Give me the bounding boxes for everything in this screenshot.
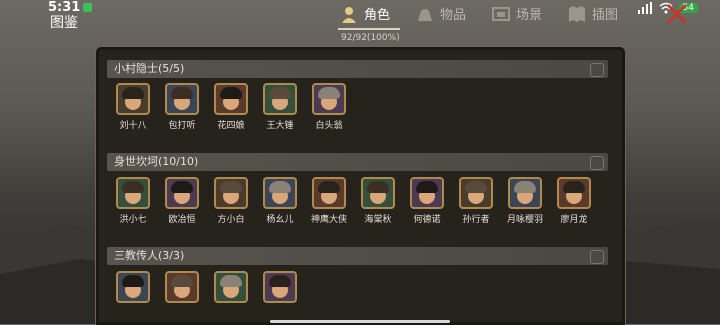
character-portrait — [557, 177, 591, 209]
home-indicator[interactable] — [270, 320, 450, 323]
character-card[interactable]: 孙行者 — [459, 177, 493, 225]
tab-items[interactable]: 物品 — [416, 4, 466, 23]
page-title: 图鉴 — [50, 15, 78, 31]
tab-characters[interactable]: 角色 — [340, 4, 390, 23]
tab-bar: 角色 物品 场景 插图 — [340, 4, 618, 23]
character-card[interactable]: 海棠秋 — [361, 177, 395, 225]
character-name: 洪小七 — [119, 215, 147, 225]
character-portrait — [214, 271, 248, 303]
character-card[interactable]: 花四娘 — [214, 83, 248, 131]
character-portrait — [508, 177, 542, 209]
character-portrait — [312, 177, 346, 209]
character-card[interactable] — [116, 271, 150, 306]
signal-icon — [637, 2, 652, 14]
character-name: 海棠秋 — [364, 215, 392, 225]
ornament-icon — [590, 63, 604, 77]
character-grid: 洪小七 欧冶恒 方小白 杨幺儿 神鹰大侠 海棠秋 何德诺 孙行者 月咏樱羽 廖月龙 — [116, 177, 591, 225]
notification-icon — [83, 3, 93, 12]
character-grid — [116, 271, 297, 306]
character-name: 孙行者 — [462, 215, 490, 225]
tab-label: 物品 — [440, 8, 467, 23]
section-header: 三教传人(3/3) — [107, 247, 608, 265]
character-portrait — [263, 271, 297, 303]
character-portrait — [116, 271, 150, 303]
character-card[interactable]: 方小白 — [214, 177, 248, 225]
character-portrait — [214, 83, 248, 115]
character-portrait — [312, 83, 346, 115]
character-card[interactable]: 月咏樱羽 — [507, 177, 544, 225]
character-portrait — [116, 83, 150, 115]
section-title: 三教传人(3/3) — [114, 249, 185, 262]
section-header: 小村隐士(5/5) — [107, 60, 608, 78]
character-name: 欧冶恒 — [168, 215, 196, 225]
character-card[interactable]: 刘十八 — [116, 83, 150, 131]
character-name: 白头翁 — [315, 121, 343, 131]
character-card[interactable] — [165, 271, 199, 306]
character-name: 神鹰大侠 — [311, 215, 348, 225]
section-title: 身世坎坷(10/10) — [114, 155, 199, 168]
character-card[interactable] — [214, 271, 248, 306]
character-portrait — [263, 83, 297, 115]
character-card[interactable]: 包打听 — [165, 83, 199, 131]
character-name: 王大锤 — [266, 121, 294, 131]
tab-label: 插图 — [592, 8, 619, 23]
character-card[interactable]: 白头翁 — [312, 83, 346, 131]
bag-icon — [418, 8, 433, 21]
scene-icon — [492, 6, 511, 21]
character-name: 刘十八 — [119, 121, 147, 131]
close-icon[interactable] — [664, 2, 690, 26]
character-name: 廖月龙 — [560, 215, 588, 225]
ornament-icon — [590, 250, 604, 264]
tab-label: 角色 — [364, 8, 391, 23]
character-card[interactable] — [263, 271, 297, 306]
character-card[interactable]: 欧冶恒 — [165, 177, 199, 225]
character-portrait — [116, 177, 150, 209]
tab-scenes[interactable]: 场景 — [492, 4, 542, 23]
ornament-icon — [590, 156, 604, 170]
character-card[interactable]: 洪小七 — [116, 177, 150, 225]
tab-illustrations[interactable]: 插图 — [568, 4, 618, 23]
character-card[interactable]: 廖月龙 — [557, 177, 591, 225]
section-header: 身世坎坷(10/10) — [107, 153, 608, 171]
character-card[interactable]: 杨幺儿 — [263, 177, 297, 225]
scroll-icon — [569, 5, 586, 22]
character-portrait — [165, 83, 199, 115]
character-card[interactable]: 何德诺 — [410, 177, 444, 225]
character-icon — [342, 6, 356, 23]
section-title: 小村隐士(5/5) — [114, 62, 185, 75]
character-portrait — [459, 177, 493, 209]
tab-label: 场景 — [516, 8, 543, 23]
character-portrait — [361, 177, 395, 209]
character-portrait — [214, 177, 248, 209]
character-portrait — [165, 177, 199, 209]
character-card[interactable]: 神鹰大侠 — [311, 177, 348, 225]
character-portrait — [263, 177, 297, 209]
character-grid: 刘十八 包打听 花四娘 王大锤 白头翁 — [116, 83, 346, 131]
character-name: 包打听 — [168, 121, 196, 131]
character-name: 杨幺儿 — [266, 215, 294, 225]
character-portrait — [410, 177, 444, 209]
character-name: 何德诺 — [413, 215, 441, 225]
character-card[interactable]: 王大锤 — [263, 83, 297, 131]
character-name: 花四娘 — [217, 121, 245, 131]
character-portrait — [165, 271, 199, 303]
character-name: 月咏樱羽 — [507, 215, 544, 225]
collection-progress: 92/92(100%) — [341, 33, 400, 43]
active-tab-indicator — [338, 28, 400, 30]
character-name: 方小白 — [217, 215, 245, 225]
